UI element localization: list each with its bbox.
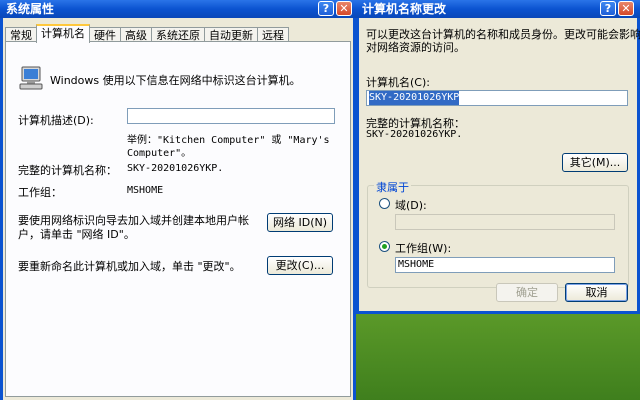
computer-name-changes-dialog: 计算机名称更改 ? ✕ 可以更改这台计算机的名称和成员身份。更改可能会影响 对网… <box>356 0 640 314</box>
tab-strip: 常规 计算机名 硬件 高级 系统还原 自动更新 远程 <box>5 24 289 43</box>
workgroup-radio[interactable] <box>379 241 390 252</box>
description-input[interactable] <box>127 108 335 124</box>
system-properties-titlebar[interactable]: 系统属性 <box>0 0 356 18</box>
ok-button[interactable]: 确定 <box>496 283 558 302</box>
workgroup-input[interactable]: MSHOME <box>395 257 615 273</box>
cancel-button[interactable]: 取消 <box>565 283 628 302</box>
window-title: 系统属性 <box>6 2 55 16</box>
help-button[interactable]: ? <box>600 1 616 16</box>
workgroup-value: MSHOME <box>127 185 164 196</box>
full-name-value: SKY-20201026YKP. <box>127 163 224 174</box>
member-of-label: 隶属于 <box>374 179 411 195</box>
intro-text: Windows 使用以下信息在网络中标识这台计算机。 <box>50 74 301 87</box>
domain-label: 域(D): <box>395 199 427 212</box>
intro-text-line2: 对网络资源的访问。 <box>366 41 465 54</box>
full-name-value: SKY-20201026YKP. <box>366 129 463 140</box>
computer-name-changes-titlebar[interactable]: 计算机名称更改 <box>356 0 640 18</box>
domain-input[interactable] <box>395 214 615 230</box>
help-button[interactable]: ? <box>318 1 334 16</box>
change-button[interactable]: 更改(C)... <box>267 256 333 275</box>
dialog-title: 计算机名称更改 <box>362 2 447 16</box>
description-label: 计算机描述(D): <box>18 114 94 127</box>
computer-name-value: SKY-20201026YKP <box>369 91 460 105</box>
domain-radio[interactable] <box>379 198 390 209</box>
rename-text: 要重新命名此计算机或加入域，单击 "更改"。 <box>18 260 241 273</box>
system-properties-client: 常规 计算机名 硬件 高级 系统还原 自动更新 远程 Windows 使用以下信息在网络中标… <box>3 18 353 400</box>
full-name-label: 完整的计算机名称： <box>18 164 117 177</box>
workgroup-label: 工作组： <box>18 186 62 199</box>
computer-name-input[interactable]: SKY-20201026YKP <box>366 90 628 106</box>
system-properties-window: 系统属性 ? ✕ 常规 计算机名 硬件 高级 系统还原 自动更新 远程 Windows 使用… <box>0 0 356 400</box>
workgroup-label: 工作组(W): <box>395 242 452 255</box>
tab-computer-name[interactable]: 计算机名 <box>36 24 90 43</box>
example-text-line2: Computer"。 <box>127 148 192 159</box>
computer-name-label: 计算机名(C): <box>366 76 430 89</box>
close-button[interactable]: ✕ <box>618 1 634 16</box>
network-id-button[interactable]: 网络 ID(N) <box>267 213 333 232</box>
member-of-groupbox: 隶属于 域(D): 工作组(W): MSHOME <box>367 179 629 288</box>
network-id-text-line2: 户，请单击 "网络 ID"。 <box>18 228 135 241</box>
computer-name-changes-client: 可以更改这台计算机的名称和成员身份。更改可能会影响 对网络资源的访问。 计算机名… <box>359 18 640 311</box>
computer-name-tab-panel: Windows 使用以下信息在网络中标识这台计算机。 计算机描述(D): 举例：… <box>5 41 351 397</box>
other-button[interactable]: 其它(M)... <box>562 153 628 172</box>
computer-icon <box>19 66 43 90</box>
close-button[interactable]: ✕ <box>336 1 352 16</box>
